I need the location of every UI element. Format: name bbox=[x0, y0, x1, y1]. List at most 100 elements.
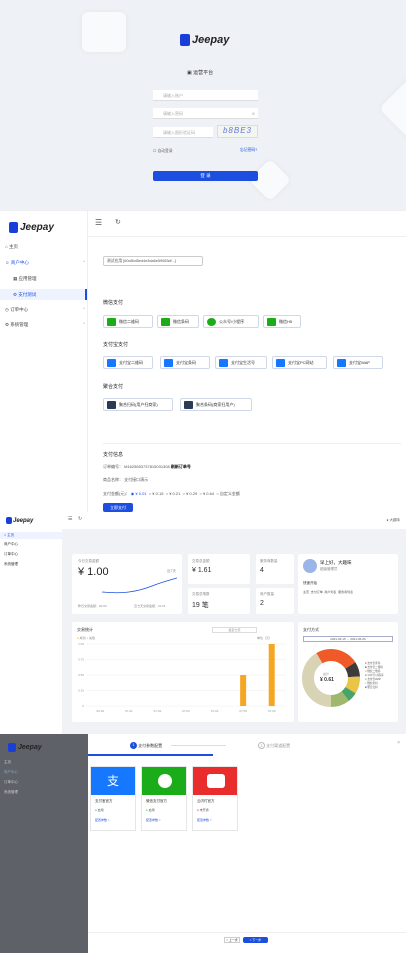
user-menu[interactable]: ● 大趣味 bbox=[386, 518, 400, 523]
sidebar-item-merchant[interactable]: ☺ 商户中心 ˆ bbox=[5, 259, 85, 267]
amount-radio[interactable]: ○ ¥ 0.64 bbox=[199, 491, 214, 496]
pie-legend-item: ■ 聚合扫码 bbox=[365, 686, 378, 689]
config-link[interactable]: 配置参数 > bbox=[146, 818, 161, 822]
sidebar-item-system[interactable]: 系统管理 bbox=[4, 790, 18, 795]
greeting: 早上好，大趣味 bbox=[320, 560, 352, 565]
step-2: 2 支付渠道配置 bbox=[258, 742, 290, 749]
sidebar-item-home[interactable]: ⌂ 主页 bbox=[5, 243, 18, 251]
channel-card-unionpay[interactable]: 云闪付官方 ● 未开通 配置参数 > bbox=[192, 766, 238, 831]
sidebar-label: 系统管理 bbox=[4, 790, 18, 794]
stat-value: 2 bbox=[260, 600, 264, 607]
amount-radio[interactable]: ○ ¥ 0.21 bbox=[166, 491, 181, 496]
stat-value: 19 笔 bbox=[192, 602, 209, 609]
password-input[interactable]: 请输入密码 ⊙ bbox=[153, 108, 258, 119]
amount-radio[interactable]: ○ ¥ 0.15 bbox=[149, 491, 164, 496]
sidebar-item-order[interactable]: 订单中心 bbox=[4, 552, 18, 557]
prev-step-button[interactable]: < 上一步 bbox=[224, 937, 240, 943]
wx-qr-button[interactable]: 微信二维码 bbox=[103, 315, 153, 328]
menu-fold-icon[interactable]: ☰ bbox=[68, 516, 72, 522]
app-select[interactable]: 测试应用 [60c8bd5ed4e3da6e59063df...] bbox=[103, 256, 203, 266]
eye-icon[interactable]: ⊙ bbox=[252, 108, 255, 119]
goods-label: 商品名称： bbox=[103, 477, 123, 482]
sidebar-item-system[interactable]: ⚙ 系统管理 ˇ bbox=[5, 321, 85, 329]
ali-qr-button[interactable]: 支付宝二维码 bbox=[103, 356, 153, 369]
wx-mp-button[interactable]: 公众号/小程序 bbox=[203, 315, 259, 328]
stat-value: 4 bbox=[260, 567, 264, 574]
x-tick-label: 07-04 bbox=[211, 709, 219, 713]
config-link[interactable]: 配置参数 > bbox=[197, 818, 212, 822]
channel-card-alipay[interactable]: 支 支付宝官方 ● 启用 配置参数 > bbox=[90, 766, 136, 831]
refresh-icon[interactable]: ↻ bbox=[78, 516, 82, 522]
remember-checkbox[interactable]: ☐ 自动登录 bbox=[153, 148, 173, 154]
amount-option: ¥ 0.01 bbox=[135, 491, 147, 496]
login-button[interactable]: 登 录 bbox=[153, 171, 258, 181]
close-icon[interactable]: × bbox=[397, 740, 400, 746]
refresh-order-link[interactable]: 刷新订单号 bbox=[171, 464, 191, 469]
sidebar-logo: Jeepay bbox=[8, 743, 42, 752]
scan-icon bbox=[107, 401, 116, 409]
captcha-image[interactable]: b8BE3 bbox=[217, 125, 258, 138]
ali-life-button[interactable]: 支付宝生活号 bbox=[215, 356, 267, 369]
username-input[interactable]: 请输入账户 bbox=[153, 90, 258, 101]
channel-name: 云闪付官方 bbox=[197, 799, 215, 803]
quick-link[interactable]: 服务商列表 bbox=[338, 590, 353, 594]
sidebar-item-home[interactable]: 主页 bbox=[4, 760, 11, 765]
date-range-picker[interactable]: 2021-03-15 → 2021-06-06 bbox=[303, 636, 393, 642]
wx-h5-button[interactable]: 微信H5 bbox=[263, 315, 301, 328]
amount-option: ¥ 0.21 bbox=[169, 491, 181, 496]
channel-name: 微信支付官方 bbox=[146, 799, 167, 803]
sidebar-item-app[interactable]: ▦ 应用管理 bbox=[13, 275, 37, 283]
menu-fold-icon[interactable]: ☰ bbox=[95, 218, 102, 227]
sidebar-label: 订单中心 bbox=[4, 780, 18, 784]
agg-scan-button[interactable]: 聚合扫码(用户扫商家) bbox=[103, 398, 173, 411]
ali-pc-button[interactable]: 支付宝PC网站 bbox=[272, 356, 327, 369]
next-step-button[interactable]: > 下一步 bbox=[243, 937, 268, 943]
y-tick-label: 0.25 bbox=[78, 689, 84, 693]
sidebar-item-paytest[interactable]: ⚙ 支付测试 bbox=[13, 291, 36, 299]
legend-label: 支付宝二维码 bbox=[367, 666, 383, 669]
channel-card-wechat[interactable]: 微信支付官方 ● 启用 配置参数 > bbox=[141, 766, 187, 831]
username-placeholder: 请输入账户 bbox=[163, 93, 183, 98]
step-connector bbox=[171, 745, 226, 746]
date-to: 2021-06-06 bbox=[350, 637, 366, 641]
jeepay-logo-icon bbox=[180, 34, 190, 46]
quick-link[interactable]: 商户列表 bbox=[324, 590, 336, 594]
sidebar-item-home[interactable]: ⌂ 主页 bbox=[0, 532, 62, 539]
sidebar-dimmed: Jeepay 主页 商户中心 订单中心 系统管理 bbox=[0, 734, 88, 953]
ali-wap-button[interactable]: 支付宝WAP bbox=[333, 356, 383, 369]
wechat-icon bbox=[142, 767, 186, 795]
amount-radio-selected[interactable]: ◉ ¥ 0.01 bbox=[131, 491, 147, 496]
quick-link[interactable]: 主页 bbox=[303, 590, 309, 594]
amount-radio[interactable]: ○ ¥ 0.29 bbox=[183, 491, 198, 496]
ali-bar-button[interactable]: 支付宝条码 bbox=[160, 356, 210, 369]
payway-card: 支付方式 2021-03-15 → 2021-06-06 总计 ¥ 0.61 ■… bbox=[298, 622, 398, 722]
captcha-input[interactable]: 请输入图形验证码 bbox=[153, 127, 213, 138]
pie-title: 支付方式 bbox=[303, 627, 319, 632]
chevron-down-icon: ˇ bbox=[83, 322, 86, 327]
sidebar-item-merchant[interactable]: 商户中心 bbox=[4, 770, 18, 775]
amount-radio[interactable]: ○ 自定义金额 bbox=[216, 491, 240, 496]
x-tick-label: 07-02 bbox=[154, 709, 162, 713]
sidebar-label: 支付测试 bbox=[18, 292, 37, 297]
legend-label: 支付宝WAP bbox=[367, 678, 381, 681]
forgot-link[interactable]: 忘记密码? bbox=[240, 148, 257, 153]
channel-wizard-screen: Jeepay 主页 商户中心 订单中心 系统管理 × 1 支付参数配置 2 支付… bbox=[0, 734, 406, 953]
quick-link[interactable]: 支付订单 bbox=[311, 590, 323, 594]
brand-name: Jeepay bbox=[18, 744, 42, 751]
wx-bar-button[interactable]: 微信条码 bbox=[157, 315, 199, 328]
range-select[interactable]: 最近七天 bbox=[212, 627, 257, 633]
sidebar-logo: Jeepay bbox=[9, 222, 54, 233]
pay-now-button[interactable]: 立即支付 bbox=[103, 503, 133, 512]
sidebar: Jeepay ⌂ 主页 ☺ 商户中心 ˆ ▦ 应用管理 ⚙ 支付测试 ◷ 订单中心… bbox=[0, 211, 88, 513]
sidebar-item-order[interactable]: ◷ 订单中心 ˇ bbox=[5, 306, 85, 314]
sidebar-item-order[interactable]: 订单中心 bbox=[4, 780, 18, 785]
config-link[interactable]: 配置参数 > bbox=[95, 818, 110, 822]
trend-sparkline bbox=[102, 577, 177, 594]
pay-label: 聚合扫码(用户扫商家) bbox=[119, 402, 158, 407]
refresh-icon[interactable]: ↻ bbox=[115, 218, 121, 226]
sidebar-item-system[interactable]: 系统管理 bbox=[4, 562, 18, 567]
sidebar-label: 订单中心 bbox=[10, 307, 29, 312]
pay-label: 支付宝生活号 bbox=[231, 360, 255, 365]
sidebar-item-merchant[interactable]: 商户中心 bbox=[4, 542, 18, 547]
agg-bar-button[interactable]: 聚合条码(商家扫用户) bbox=[180, 398, 252, 411]
